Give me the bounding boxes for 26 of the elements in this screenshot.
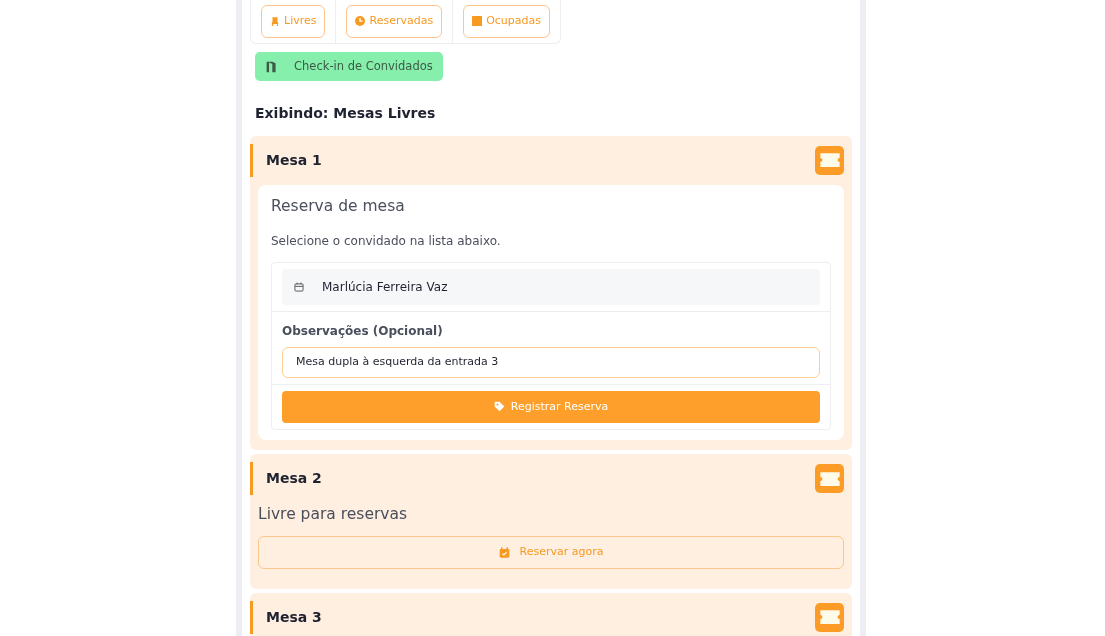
form-hint: Selecione o convidado na lista abaixo.	[271, 233, 502, 250]
tag-icon	[493, 401, 505, 413]
chair-icon	[270, 15, 280, 27]
door-icon	[265, 59, 278, 73]
form-title: Reserva de mesa	[271, 195, 406, 217]
filter-button[interactable]: Reservadas	[346, 5, 443, 38]
clock-icon	[355, 16, 366, 27]
calendar-icon	[294, 282, 304, 292]
square-icon	[472, 16, 483, 27]
table-title: Mesa 1	[250, 143, 322, 177]
ticket-icon	[815, 602, 844, 632]
ticket-icon	[815, 464, 844, 493]
filter-button[interactable]: Ocupadas	[463, 5, 550, 38]
section-heading: Exibindo: Mesas Livres	[255, 103, 437, 123]
table-title: Mesa 2	[250, 462, 322, 495]
guest-select[interactable]: Marlúcia Ferreira Vaz	[282, 269, 820, 305]
notes-label: Observações (Opcional)	[282, 323, 444, 340]
table-title: Mesa 3	[250, 600, 322, 634]
reserve-button[interactable]: Reservar agora	[258, 536, 844, 569]
calendar-check-icon	[498, 547, 510, 558]
checkin-button[interactable]: Check-in de Convidados	[255, 51, 443, 81]
table-status: Livre para reservas	[258, 504, 409, 525]
ticket-icon	[815, 145, 844, 175]
notes-field[interactable]: Mesa dupla à esquerda da entrada 3	[282, 347, 820, 378]
filter-button[interactable]: Livres	[261, 5, 326, 38]
register-button[interactable]: Registrar Reserva	[282, 390, 820, 423]
